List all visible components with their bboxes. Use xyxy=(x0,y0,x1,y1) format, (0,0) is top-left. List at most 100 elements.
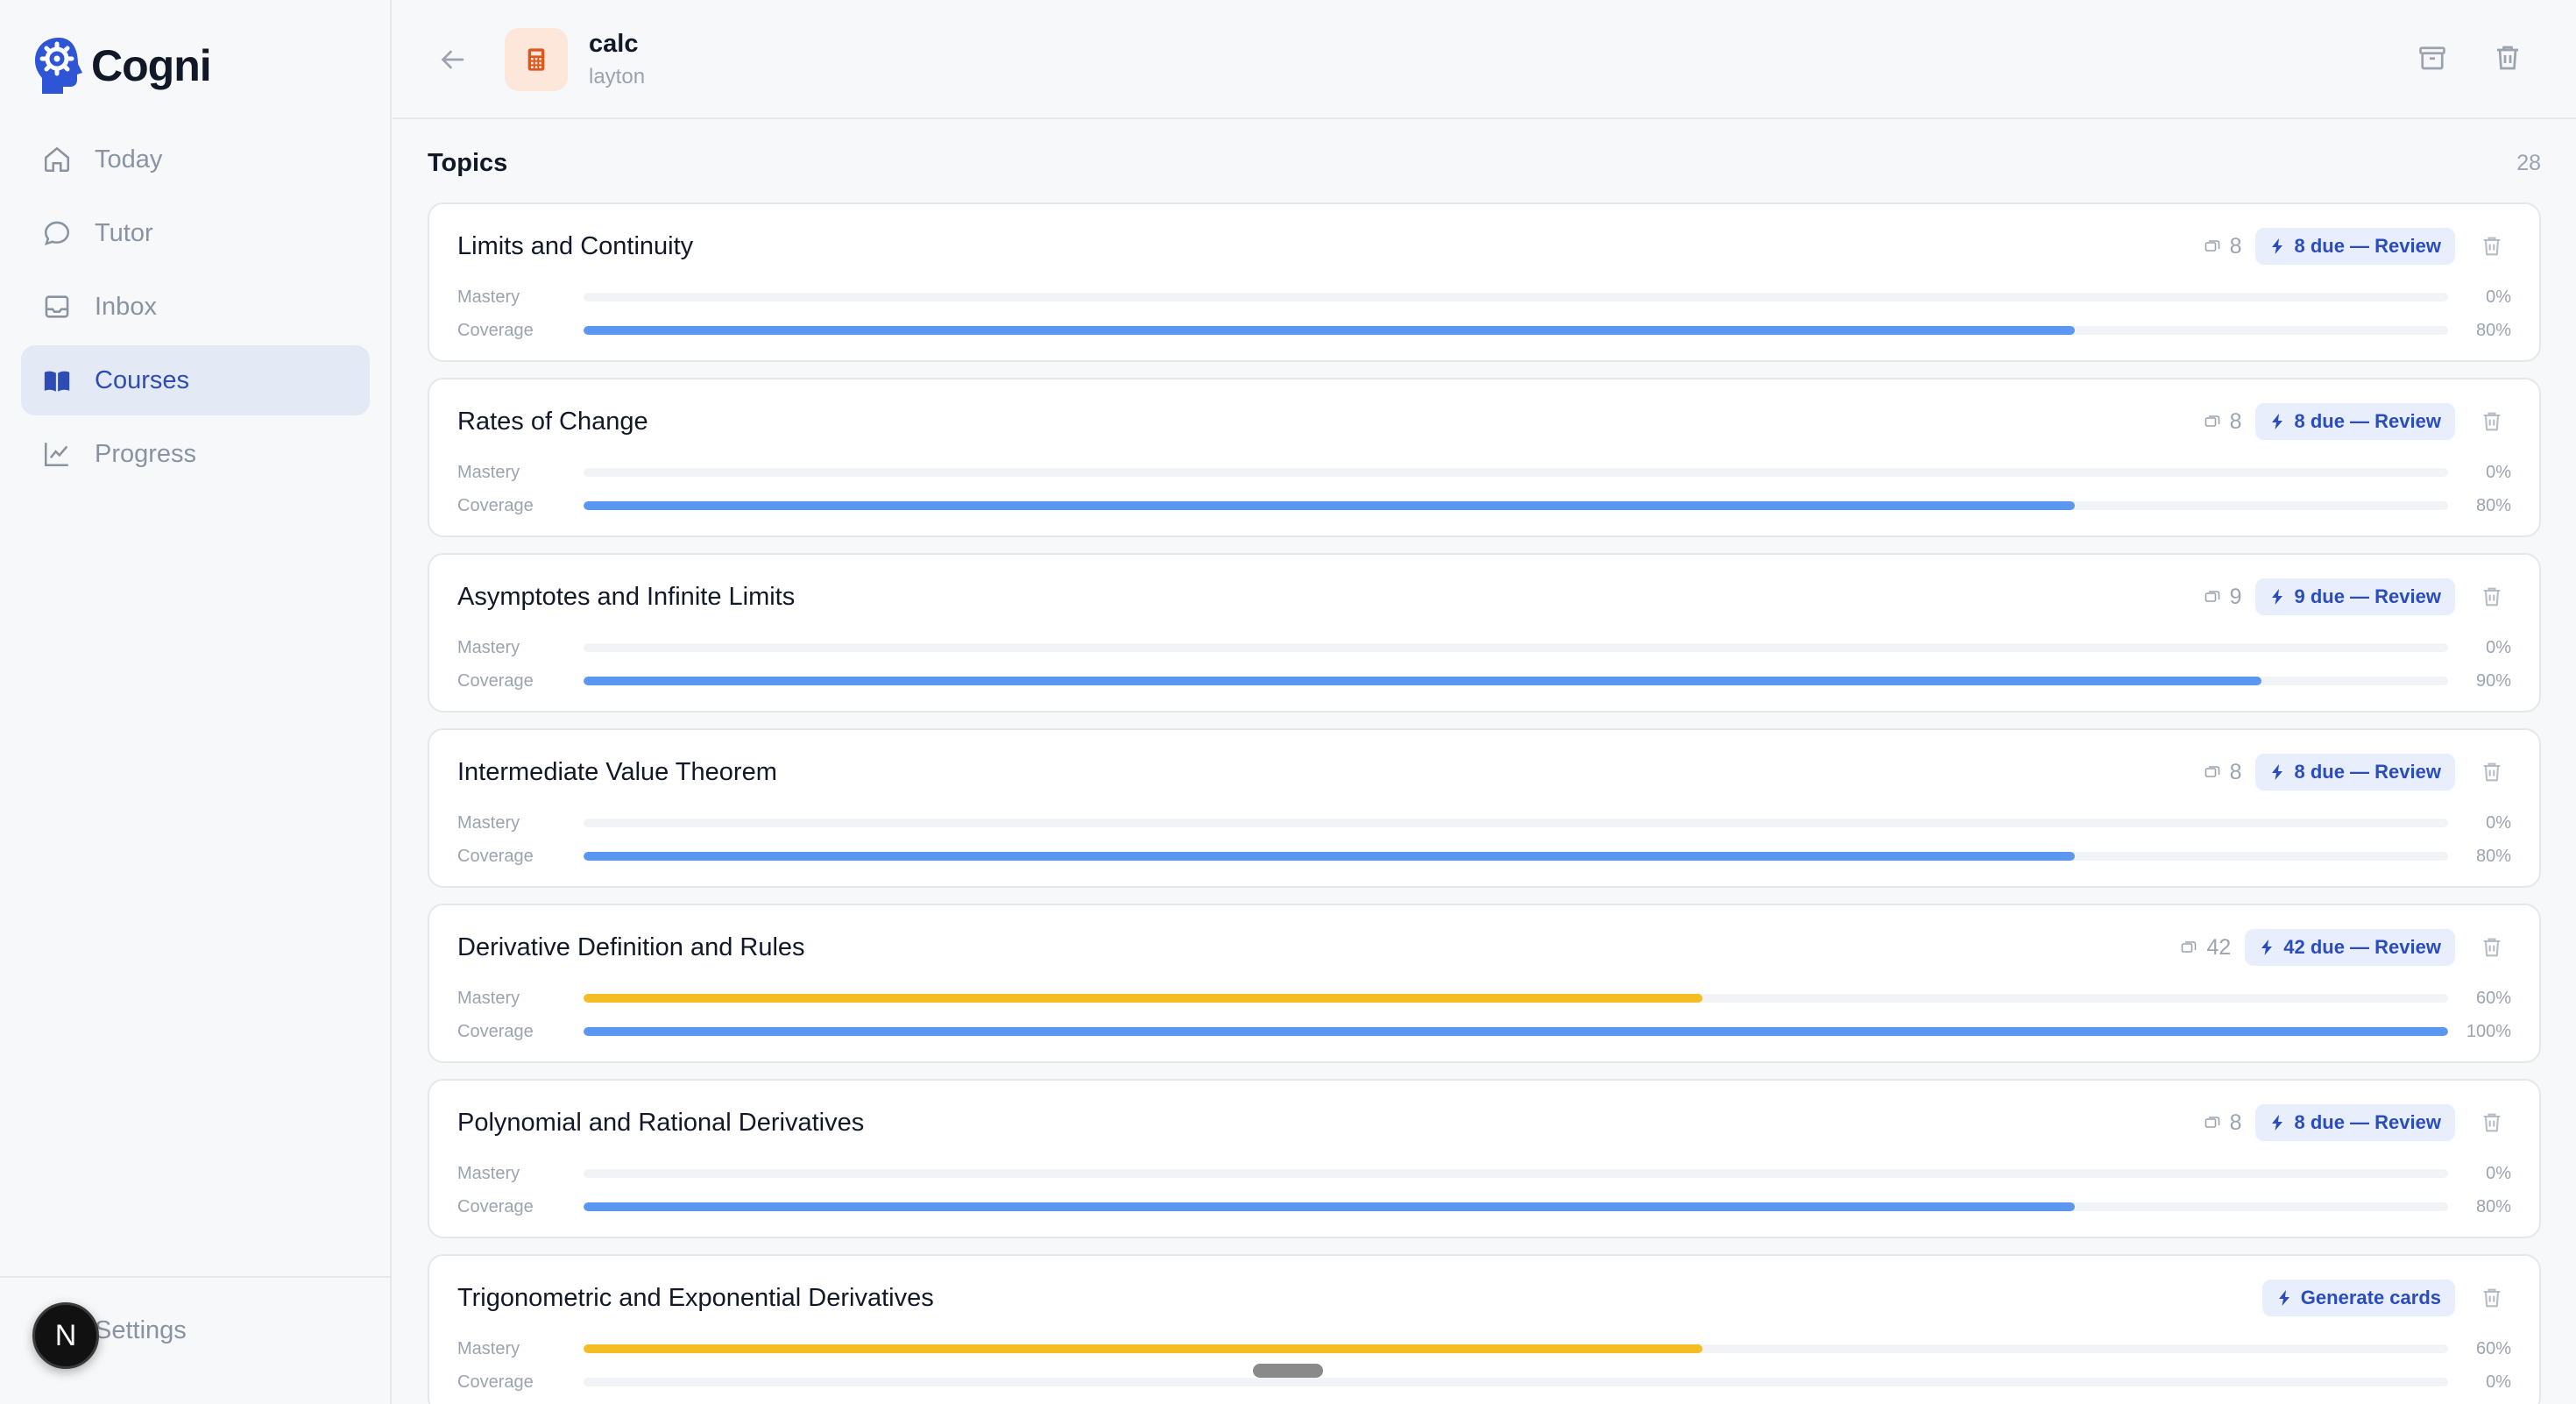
topic-card[interactable]: Derivative Definition and Rules 42 42 due … xyxy=(428,904,2541,1063)
sidebar-item-progress[interactable]: Progress xyxy=(21,419,370,489)
coverage-percent: 100% xyxy=(2466,1021,2511,1041)
review-button[interactable]: 42 due — Review xyxy=(2245,929,2455,966)
review-button[interactable]: 8 due — Review xyxy=(2255,403,2455,440)
sidebar-item-courses[interactable]: Courses xyxy=(21,345,370,415)
avatar-letter: N xyxy=(54,1318,77,1352)
review-button-label: 8 due — Review xyxy=(2294,761,2441,783)
review-button-label: 42 due — Review xyxy=(2283,936,2441,958)
coverage-label: Coverage xyxy=(457,1021,534,1041)
lightning-icon xyxy=(2272,238,2283,254)
mastery-row: Mastery 60% xyxy=(457,988,2511,1008)
coverage-fill xyxy=(584,677,2262,685)
delete-topic-icon[interactable] xyxy=(2480,234,2504,259)
sidebar-item-inbox[interactable]: Inbox xyxy=(21,272,370,342)
lightning-icon xyxy=(2272,764,2283,780)
coverage-row: Coverage 90% xyxy=(457,670,2511,691)
review-button-label: 8 due — Review xyxy=(2294,235,2441,257)
trash-icon[interactable] xyxy=(2492,42,2523,74)
sidebar-item-tutor[interactable]: Tutor xyxy=(21,198,370,268)
settings-link[interactable]: Settings xyxy=(95,1316,187,1345)
coverage-percent: 80% xyxy=(2475,320,2511,340)
calculator-icon xyxy=(527,48,545,71)
scroll-handle[interactable] xyxy=(1253,1364,1323,1378)
back-arrow-icon[interactable] xyxy=(436,44,468,75)
cards-icon xyxy=(2204,591,2219,602)
course-title: calc xyxy=(589,30,639,58)
delete-topic-icon[interactable] xyxy=(2480,1286,2504,1310)
topic-card[interactable]: Trigonometric and Exponential Derivative… xyxy=(428,1254,2541,1404)
topic-card[interactable]: Asymptotes and Infinite Limits 9 9 due — R… xyxy=(428,553,2541,713)
topic-actions: 8 8 due — Review xyxy=(2204,227,2504,266)
card-count-value: 42 xyxy=(2206,934,2232,960)
coverage-percent: 80% xyxy=(2475,495,2511,515)
topic-card[interactable]: Polynomial and Rational Derivatives 8 8 du… xyxy=(428,1079,2541,1238)
coverage-percent: 80% xyxy=(2475,846,2511,866)
topic-title[interactable]: Intermediate Value Theorem xyxy=(457,758,777,787)
mastery-label: Mastery xyxy=(457,462,520,482)
topic-card[interactable]: Intermediate Value Theorem 8 8 due — Revie… xyxy=(428,728,2541,888)
topic-title[interactable]: Trigonometric and Exponential Derivative… xyxy=(457,1284,934,1313)
review-button[interactable]: Generate cards xyxy=(2261,1280,2455,1316)
mastery-label: Mastery xyxy=(457,988,520,1008)
brand-logo[interactable]: Cogni xyxy=(33,33,212,98)
topic-card[interactable]: Rates of Change 8 8 due — Review Mastery 0% C… xyxy=(428,378,2541,537)
topic-title[interactable]: Asymptotes and Infinite Limits xyxy=(457,583,795,612)
topic-actions: 9 9 due — Review xyxy=(2204,578,2504,616)
delete-topic-icon[interactable] xyxy=(2480,1110,2504,1135)
sidebar-item-label: Courses xyxy=(95,365,189,394)
topic-card[interactable]: Limits and Continuity 8 8 due — Review Mast… xyxy=(428,202,2541,362)
coverage-row: Coverage 100% xyxy=(457,1021,2511,1041)
review-button[interactable]: 8 due — Review xyxy=(2255,754,2455,791)
topic-title[interactable]: Limits and Continuity xyxy=(457,232,693,261)
mastery-fill xyxy=(584,994,1702,1003)
review-button-label: 9 due — Review xyxy=(2294,585,2441,607)
delete-topic-icon[interactable] xyxy=(2480,585,2504,609)
review-button-label: 8 due — Review xyxy=(2294,410,2441,432)
coverage-fill xyxy=(584,326,2076,335)
sidebar-item-today[interactable]: Today xyxy=(21,124,370,195)
sidebar-item-label: Tutor xyxy=(95,218,153,247)
topic-title[interactable]: Derivative Definition and Rules xyxy=(457,933,805,962)
card-count-value: 9 xyxy=(2229,584,2242,609)
coverage-row: Coverage 0% xyxy=(457,1372,2511,1392)
coverage-track xyxy=(584,501,2448,510)
coverage-label: Coverage xyxy=(457,846,534,866)
coverage-track xyxy=(584,1027,2448,1036)
course-subtitle: layton xyxy=(589,65,646,89)
sidebar: Cogni Today Tutor Inbox Courses Progress… xyxy=(0,0,392,1404)
mastery-track xyxy=(584,1169,2448,1178)
cards-icon xyxy=(2182,941,2197,953)
review-button[interactable]: 9 due — Review xyxy=(2255,578,2455,615)
topic-title[interactable]: Rates of Change xyxy=(457,408,648,436)
topic-actions: 8 8 due — Review xyxy=(2204,753,2504,791)
coverage-track xyxy=(584,677,2448,685)
course-icon xyxy=(505,28,568,91)
book-icon xyxy=(44,371,70,392)
mastery-fill xyxy=(584,1344,1702,1353)
mastery-row: Mastery 0% xyxy=(457,1163,2511,1183)
delete-topic-icon[interactable] xyxy=(2480,760,2504,784)
lightning-icon xyxy=(2278,1290,2289,1306)
coverage-track xyxy=(584,1202,2448,1211)
review-button[interactable]: 8 due — Review xyxy=(2255,228,2455,265)
mastery-track xyxy=(584,994,2448,1003)
delete-topic-icon[interactable] xyxy=(2480,935,2504,960)
card-count: 9 xyxy=(2204,584,2242,610)
mastery-label: Mastery xyxy=(457,637,520,657)
coverage-label: Coverage xyxy=(457,320,534,340)
mastery-track xyxy=(584,643,2448,652)
coverage-label: Coverage xyxy=(457,1372,534,1392)
topic-title[interactable]: Polynomial and Rational Derivatives xyxy=(457,1109,864,1138)
avatar[interactable]: N xyxy=(32,1302,99,1369)
mastery-row: Mastery 0% xyxy=(457,462,2511,482)
mastery-label: Mastery xyxy=(457,1163,520,1183)
topics-panel: Topics 28 Limits and Continuity 8 8 due — … xyxy=(393,121,2576,1404)
coverage-row: Coverage 80% xyxy=(457,1197,2511,1216)
archive-icon[interactable] xyxy=(2417,42,2448,74)
review-button[interactable]: 8 due — Review xyxy=(2255,1104,2455,1141)
coverage-row: Coverage 80% xyxy=(457,495,2511,515)
mastery-percent: 60% xyxy=(2475,988,2511,1008)
sidebar-item-label: Today xyxy=(95,145,163,174)
coverage-percent: 90% xyxy=(2475,670,2511,691)
delete-topic-icon[interactable] xyxy=(2480,409,2504,434)
